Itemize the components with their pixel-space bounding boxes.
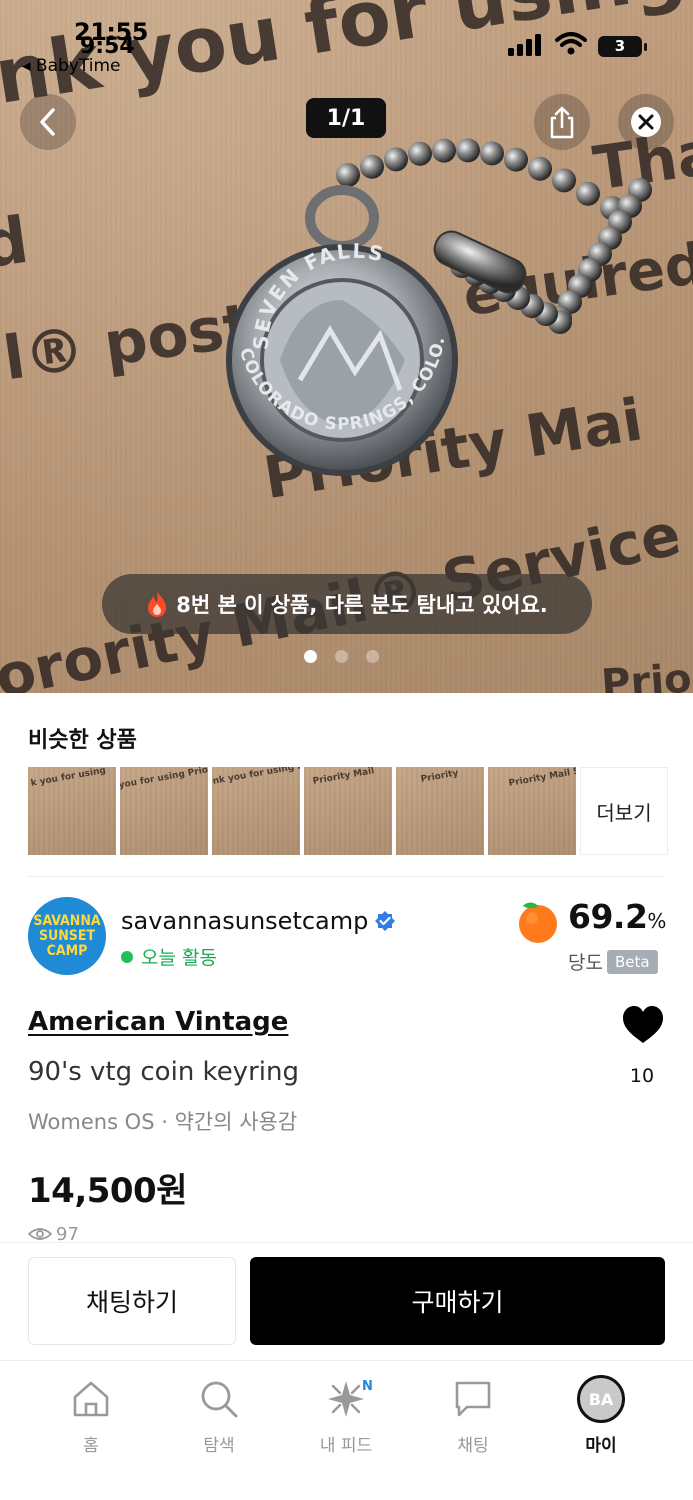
product-price: 14,500원 [28, 1171, 187, 1211]
carousel-dot[interactable] [335, 650, 348, 663]
chain-bead [432, 138, 456, 163]
online-dot-icon [121, 950, 133, 963]
carousel-dot[interactable] [304, 650, 317, 663]
back-to-app-link[interactable]: ◂ BabyTime [22, 56, 120, 76]
search-icon [201, 1381, 238, 1418]
views-toast-text: 8번 본 이 상품, 다른 분도 탐내고 있어요. [176, 593, 548, 617]
beta-badge: Beta [606, 949, 658, 974]
chevron-left-icon [40, 108, 55, 136]
new-badge: N [362, 1379, 373, 1394]
battery-icon: 3 [598, 36, 647, 57]
sweetness-label: 당도 Beta [568, 948, 658, 975]
similar-product-thumb[interactable]: nk you for using Pr [212, 767, 300, 855]
chat-button[interactable]: 채팅하기 [28, 1257, 236, 1345]
chain-bead [360, 154, 384, 179]
status-bar: 21:55 9:54 ◂ BabyTime 3 [0, 0, 693, 84]
chain-bead [552, 168, 576, 193]
chain-bead [384, 147, 408, 172]
share-button[interactable] [534, 94, 590, 150]
similar-product-thumb[interactable]: Priority Mail [304, 767, 392, 855]
chain-bead [336, 163, 360, 187]
avatar: BA [577, 1375, 625, 1423]
brand-link[interactable]: American Vintage [28, 1007, 288, 1037]
tab-my[interactable]: BA 마이 [551, 1375, 651, 1456]
close-icon [631, 107, 661, 137]
signal-icon [508, 34, 541, 56]
tab-chat[interactable]: 채팅 [423, 1375, 523, 1456]
tab-search[interactable]: 탐색 [169, 1375, 269, 1456]
back-button[interactable] [20, 94, 76, 150]
see-more-button[interactable]: 더보기 [580, 767, 668, 855]
chain-bead [408, 141, 432, 166]
seller-activity: 오늘 활동 [121, 943, 217, 970]
wifi-icon [555, 32, 587, 55]
chain-bead [576, 181, 600, 206]
similar-products-list: k you for using you for using Priori nk … [28, 767, 668, 855]
similar-product-thumb[interactable]: Priority [396, 767, 484, 855]
similar-products-title: 비슷한 상품 [28, 728, 137, 753]
action-bar: 채팅하기 구매하기 [0, 1242, 693, 1360]
heart-icon[interactable] [622, 1005, 664, 1045]
verified-badge-icon [375, 911, 396, 931]
orange-icon [519, 902, 557, 943]
product-title: 90's vtg coin keyring [28, 1057, 299, 1087]
bottom-tab-bar: 홈 탐색 N 내 피드 채팅 BA 마이 [0, 1360, 693, 1500]
chain-bead [504, 147, 528, 172]
eye-icon [28, 1228, 52, 1240]
image-counter: 1/1 [306, 98, 386, 138]
sweetness-score: 69.2% [568, 897, 666, 936]
similar-product-thumb[interactable]: k you for using [28, 767, 116, 855]
divider [28, 876, 665, 877]
buy-button[interactable]: 구매하기 [250, 1257, 665, 1345]
tab-my-feed[interactable]: N 내 피드 [296, 1375, 396, 1456]
chain-bead [480, 141, 504, 166]
similar-product-thumb[interactable]: Priority Mail Service [488, 767, 576, 855]
product-meta: Womens OS · 약간의 사용감 [28, 1110, 298, 1134]
chain-bead [528, 156, 552, 181]
view-count: 97 [28, 1224, 79, 1244]
sparkle-icon [328, 1381, 364, 1417]
views-toast: 8번 본 이 상품, 다른 분도 탐내고 있어요. [102, 574, 592, 634]
close-button[interactable] [618, 94, 674, 150]
chain-bead [456, 138, 480, 163]
similar-product-thumb[interactable]: you for using Priori [120, 767, 208, 855]
seller-name: savannasunsetcamp [121, 907, 369, 935]
carousel-dot[interactable] [366, 650, 379, 663]
seller-avatar[interactable]: SAVANNA SUNSET CAMP [28, 897, 106, 975]
seller-name-link[interactable]: savannasunsetcamp [121, 907, 396, 935]
tab-home[interactable]: 홈 [41, 1375, 141, 1456]
fire-icon [148, 591, 167, 617]
share-icon [550, 106, 574, 139]
home-icon [73, 1381, 109, 1417]
like-count: 10 [629, 1065, 655, 1087]
carousel-dots [304, 650, 379, 663]
chat-icon [455, 1381, 491, 1417]
